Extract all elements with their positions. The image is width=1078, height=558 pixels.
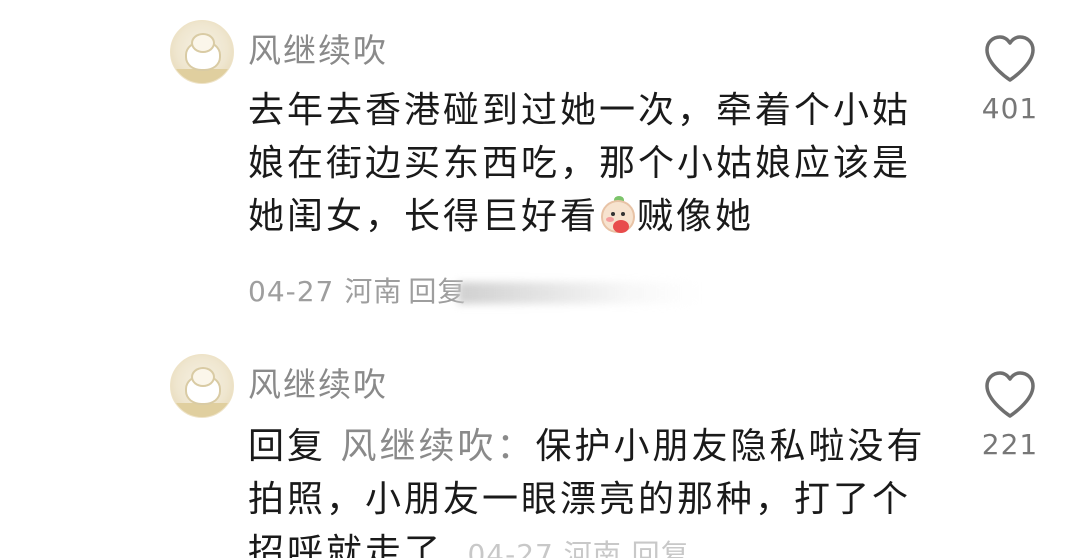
avatar-sheep-head [193, 369, 213, 385]
heart-outline-icon [985, 35, 1035, 82]
reply-prefix: 回复 [248, 426, 327, 467]
like-count: 401 [981, 92, 1039, 125]
comment-text[interactable]: 去年去香港碰到过她一次，牵着个小姑娘在街边买东西吃，那个小姑娘应该是她闺女，长得… [248, 84, 938, 243]
heart-outline-icon [985, 371, 1035, 418]
reply-button[interactable]: 回复 [632, 538, 690, 558]
like-button[interactable]: 401 [970, 34, 1050, 125]
comment-text[interactable]: 回复 风继续吹：保护小朋友隐私啦没有拍照，小朋友一眼漂亮的那种，打了个招呼就走了… [248, 420, 928, 558]
avatar-sheep-head [193, 35, 213, 51]
blush-peach-emoji-icon [599, 196, 637, 234]
comment-date: 04-27 [248, 275, 335, 308]
comment-date: 04-27 [467, 538, 554, 558]
comment-text-body: 去年去香港碰到过她一次，牵着个小姑娘在街边买东西吃，那个小姑娘应该是她闺女，长得… [248, 90, 912, 237]
avatar[interactable] [170, 20, 234, 84]
avatar-ground [171, 69, 233, 83]
comment-meta: 04-27 河南 回复 [467, 538, 689, 558]
comment-location: 河南 [344, 275, 403, 308]
username[interactable]: 风继续吹 [248, 24, 388, 72]
comment-meta: 04-27 河南 回复 [248, 270, 699, 310]
avatar[interactable] [170, 354, 234, 418]
comment-location: 河南 [563, 538, 622, 558]
like-count: 221 [981, 428, 1039, 461]
username[interactable]: 风继续吹 [248, 358, 388, 406]
comment-text-tail: 贼像她 [637, 196, 755, 237]
blurred-region [458, 282, 699, 304]
reply-target-username[interactable]: 风继续吹： [340, 426, 535, 467]
avatar-ground [171, 403, 233, 417]
like-button[interactable]: 221 [970, 370, 1050, 461]
